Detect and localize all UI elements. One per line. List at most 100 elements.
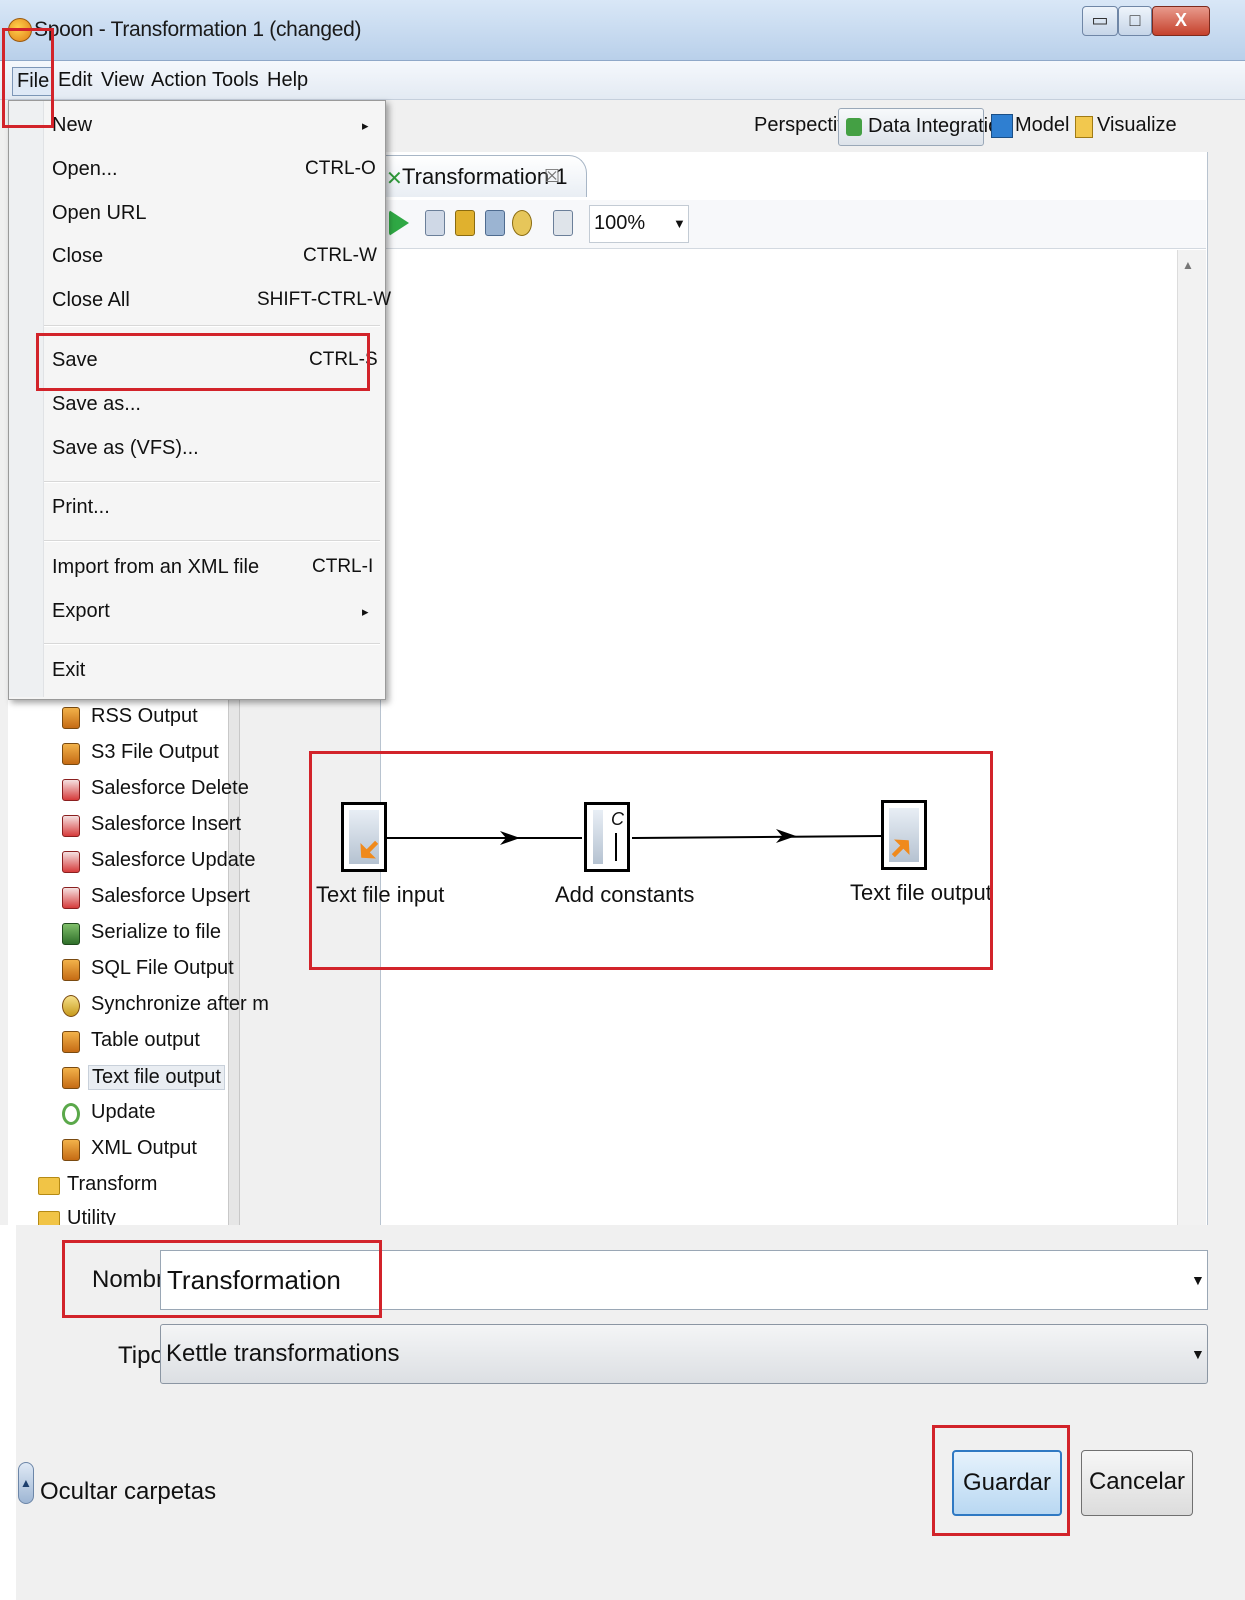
transformation-icon: ✕ (386, 168, 403, 190)
preview-icon[interactable] (425, 210, 445, 236)
nombre-input[interactable] (160, 1250, 1208, 1310)
tree-item-salesforce-update[interactable]: Salesforce Update (62, 845, 262, 879)
tree-item-sql-file-output[interactable]: SQL File Output (62, 953, 262, 987)
tree-folder-label: Transform (67, 1173, 158, 1195)
dialog-edge (0, 1225, 16, 1600)
synchronize-icon (62, 995, 80, 1017)
submenu-arrow-icon: ▸ (362, 604, 369, 619)
maximize-button[interactable]: □ (1118, 6, 1152, 36)
shortcut-open: CTRL-O (305, 158, 376, 179)
tree-item-label: Text file output (88, 1065, 225, 1090)
tree-item-xml-output[interactable]: XML Output (62, 1133, 262, 1167)
tree-item-salesforce-insert[interactable]: Salesforce Insert (62, 809, 262, 843)
tree-item-label: RSS Output (91, 705, 198, 727)
tree-folder-transform[interactable]: Transform (38, 1169, 238, 1203)
menu-file[interactable]: File (12, 67, 55, 96)
menu-item-save[interactable]: Save (52, 349, 98, 372)
menu-item-open-url[interactable]: Open URL (52, 202, 147, 225)
perspective-model-button[interactable]: Model (1015, 114, 1069, 137)
tree-item-label: Salesforce Insert (91, 813, 242, 835)
sql-file-output-icon (62, 959, 80, 981)
menu-action[interactable]: Action (147, 67, 211, 94)
serialize-icon (62, 923, 80, 945)
tree-item-label: Salesforce Update (91, 849, 256, 871)
menu-view[interactable]: View (97, 67, 148, 94)
menu-item-export[interactable]: Export (52, 600, 110, 623)
menu-separator (44, 325, 380, 327)
cancelar-button[interactable]: Cancelar (1081, 1450, 1193, 1516)
menu-edit[interactable]: Edit (54, 67, 96, 94)
close-tab-icon[interactable]: ☒ (544, 166, 560, 187)
sql-icon[interactable] (553, 210, 573, 236)
debug-icon[interactable] (455, 210, 475, 236)
tree-item-label: Salesforce Upsert (91, 885, 250, 907)
tree-item-synchronize[interactable]: Synchronize after m (62, 989, 269, 1023)
chevron-down-icon[interactable]: ▼ (1191, 1272, 1205, 1288)
menu-help[interactable]: Help (263, 67, 312, 94)
menu-item-close-all[interactable]: Close All (52, 289, 130, 312)
menu-separator (44, 643, 380, 645)
salesforce-update-icon (62, 851, 80, 873)
step-label-add-constants: Add constants (555, 882, 695, 907)
folder-icon (38, 1177, 60, 1195)
menu-item-open[interactable]: Open... (52, 158, 118, 181)
vertical-scrollbar[interactable] (1177, 250, 1206, 1225)
tree-item-label: Serialize to file (91, 921, 222, 943)
text-file-output-icon[interactable] (881, 800, 927, 870)
close-window-button[interactable]: X (1152, 6, 1210, 36)
perspective-data-integration-label: Data Integration (868, 115, 1011, 137)
perspective-visualize-button[interactable]: Visualize (1097, 114, 1177, 137)
transformation-canvas[interactable] (382, 250, 1176, 1225)
spoon-app-icon (8, 18, 32, 42)
submenu-arrow-icon: ▸ (362, 118, 369, 133)
chevron-down-icon[interactable]: ▼ (673, 216, 686, 231)
menu-item-save-as-vfs[interactable]: Save as (VFS)... (52, 437, 199, 460)
update-icon (62, 1103, 80, 1125)
tree-item-serialize-to-file[interactable]: Serialize to file (62, 917, 262, 951)
rss-output-icon (62, 707, 80, 729)
menu-item-print[interactable]: Print... (52, 496, 110, 519)
minimize-button[interactable]: ▭ (1082, 6, 1118, 36)
tree-item-s3-file-output[interactable]: S3 File Output (62, 737, 262, 771)
tab-label: Transformation 1 (402, 164, 568, 189)
add-constants-icon[interactable]: C (584, 802, 630, 872)
window-title: Spoon - Transformation 1 (changed) (34, 18, 362, 41)
tree-item-label: SQL File Output (91, 957, 234, 979)
verify-icon[interactable] (512, 210, 532, 236)
file-menu-gutter (9, 101, 44, 697)
menu-item-import-xml[interactable]: Import from an XML file (52, 556, 259, 579)
step-label-text-file-input: Text file input (316, 882, 445, 907)
tree-item-label: Synchronize after m (91, 993, 269, 1015)
menu-item-save-as[interactable]: Save as... (52, 393, 141, 416)
tree-item-salesforce-delete[interactable]: Salesforce Delete (62, 773, 262, 807)
tree-item-text-file-output[interactable]: Text file output (62, 1061, 262, 1095)
model-icon[interactable] (991, 114, 1013, 138)
tree-item-table-output[interactable]: Table output (62, 1025, 262, 1059)
tree-item-label: Update (91, 1101, 156, 1123)
text-file-input-icon[interactable] (341, 802, 387, 872)
salesforce-upsert-icon (62, 887, 80, 909)
s3-file-output-icon (62, 743, 80, 765)
tree-item-rss-output[interactable]: RSS Output (62, 701, 262, 735)
menu-item-close[interactable]: Close (52, 245, 103, 268)
replay-icon[interactable] (485, 210, 505, 236)
menu-item-exit[interactable]: Exit (52, 659, 85, 682)
menu-tools[interactable]: Tools (208, 67, 263, 94)
visualize-icon[interactable] (1075, 116, 1093, 138)
ocultar-carpetas-link[interactable]: Ocultar carpetas (40, 1478, 216, 1506)
tree-folder-utility[interactable]: Utility (38, 1203, 238, 1225)
menu-separator (44, 540, 380, 542)
tree-item-label: Table output (91, 1029, 200, 1051)
scroll-up-icon[interactable]: ▲ (1182, 258, 1194, 272)
chevron-down-icon[interactable]: ▼ (1191, 1346, 1205, 1362)
shortcut-close-all: SHIFT-CTRL-W (257, 289, 392, 310)
constants-glyph: C (611, 809, 624, 829)
shortcut-close: CTRL-W (303, 245, 377, 266)
guardar-button[interactable]: Guardar (952, 1450, 1062, 1516)
menu-separator (44, 481, 380, 483)
menu-item-new[interactable]: New (52, 114, 92, 137)
tree-item-update[interactable]: Update (62, 1097, 262, 1131)
tree-item-salesforce-upsert[interactable]: Salesforce Upsert (62, 881, 262, 915)
salesforce-insert-icon (62, 815, 80, 837)
folder-icon (38, 1211, 60, 1225)
